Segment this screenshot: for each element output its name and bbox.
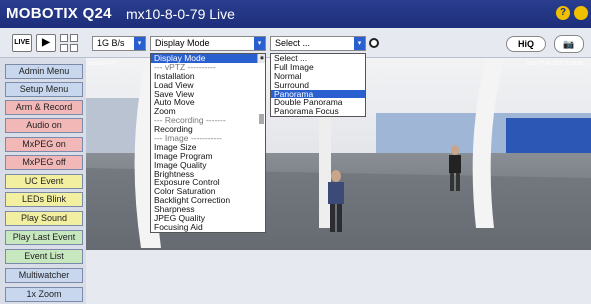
- layout-grid-icon[interactable]: [60, 34, 78, 52]
- view-select-list[interactable]: Select ... Full Image Normal Surround Panora…: [270, 53, 366, 117]
- title-bar: MOBOTIX Q24 mx10-8-0-79 Live ?: [0, 0, 591, 28]
- sidebar-button-10[interactable]: Event List: [5, 249, 83, 264]
- live-button[interactable]: LIVE: [12, 34, 32, 52]
- sidebar-button-4[interactable]: MxPEG on: [5, 137, 83, 152]
- brand-title: MOBOTIX Q24: [6, 5, 112, 22]
- sidebar-button-0[interactable]: Admin Menu: [5, 64, 83, 79]
- view-select[interactable]: Select ... ▾: [270, 36, 366, 51]
- info-icon[interactable]: [574, 6, 588, 20]
- rate-select-value: 1G B/s: [97, 38, 125, 48]
- camera-icon[interactable]: 📷: [554, 35, 584, 53]
- hiq-button[interactable]: HiQ: [506, 36, 546, 52]
- play-button[interactable]: ▶: [36, 34, 56, 52]
- chevron-down-icon: ▾: [134, 37, 145, 50]
- display-mode-select[interactable]: Display Mode ▾: [150, 36, 266, 51]
- sidebar-button-9[interactable]: Play Last Event: [5, 230, 83, 245]
- sidebar-button-7[interactable]: LEDs Blink: [5, 192, 83, 207]
- display-mode-list[interactable]: Display Mode --- vPTZ ---------- Installat…: [150, 53, 266, 233]
- sidebar-button-11[interactable]: Multiwatcher: [5, 268, 83, 283]
- sidebar: Admin Menu Setup Menu Arm & Record Audio on…: [0, 58, 86, 304]
- scroll-thumb[interactable]: [259, 114, 264, 124]
- help-icon[interactable]: ?: [556, 6, 570, 20]
- display-mode-item[interactable]: Focusing Aid: [151, 223, 265, 232]
- display-mode-value: Display Mode: [155, 38, 210, 48]
- record-dot-icon[interactable]: [369, 38, 379, 48]
- video-timestamp: 2011-07-01 CET 16:36:00: [526, 61, 584, 67]
- scrollbar[interactable]: ▲ ▼: [257, 54, 266, 124]
- sidebar-button-2[interactable]: Arm & Record: [5, 100, 83, 115]
- sidebar-button-8[interactable]: Play Sound: [5, 211, 83, 226]
- camera-name: mx10-8-0-79 Live: [126, 6, 235, 22]
- sidebar-button-5[interactable]: MxPEG off: [5, 155, 83, 170]
- view-select-item[interactable]: Panorama Focus: [271, 107, 365, 116]
- rate-select[interactable]: 1G B/s ▾: [92, 36, 146, 51]
- view-select-value: Select ...: [275, 38, 311, 48]
- chevron-down-icon: ▾: [354, 37, 365, 50]
- sidebar-button-3[interactable]: Audio on: [5, 118, 83, 133]
- chevron-down-icon: ▾: [254, 37, 265, 50]
- sidebar-button-1[interactable]: Setup Menu: [5, 82, 83, 97]
- lower-panel: [86, 250, 591, 304]
- video-label-left: mx10-8-0-79: [88, 61, 117, 67]
- scroll-down-icon[interactable]: ▼: [258, 55, 266, 63]
- sidebar-button-6[interactable]: UC Event: [5, 174, 83, 189]
- sidebar-button-12[interactable]: 1x Zoom: [5, 287, 83, 302]
